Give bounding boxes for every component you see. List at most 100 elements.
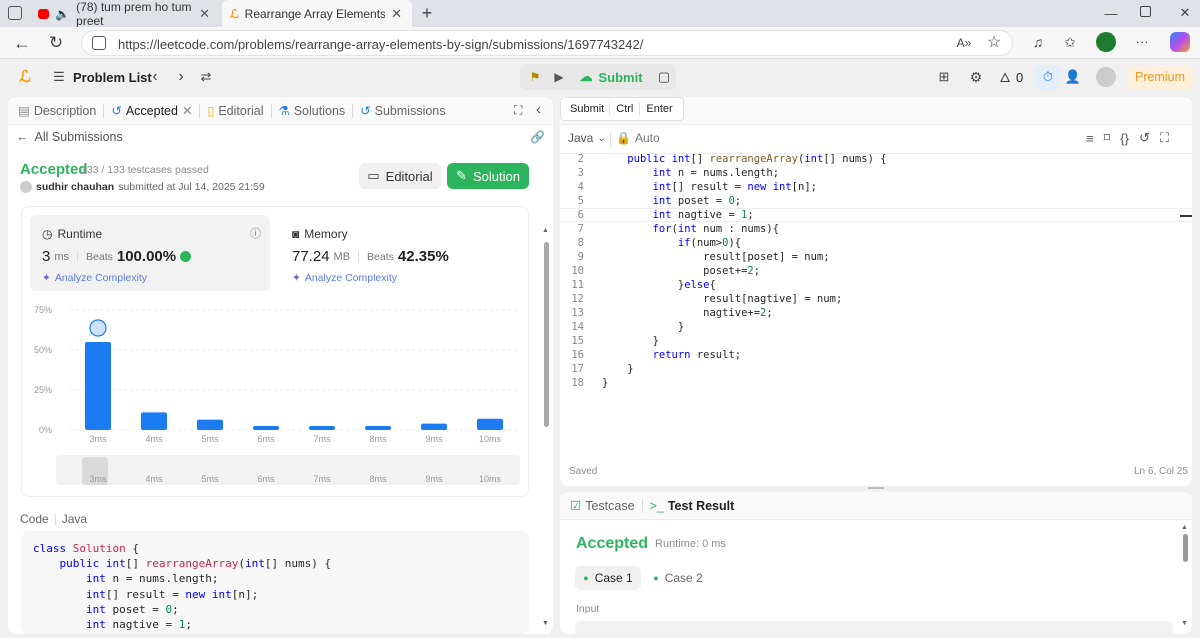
- case-2-tab[interactable]: ● Case 2: [650, 566, 706, 590]
- scroll-down-icon[interactable]: ▼: [542, 620, 549, 627]
- site-info-icon[interactable]: [92, 36, 106, 50]
- left-scrollbar[interactable]: [544, 242, 549, 427]
- submit-button[interactable]: ☁ Submit: [574, 64, 648, 90]
- editor-line[interactable]: 13 nagtive+=2;: [560, 306, 1192, 320]
- read-aloud-icon[interactable]: A»: [956, 35, 972, 51]
- all-submissions-link[interactable]: ← All Submissions: [16, 130, 123, 144]
- tab-description[interactable]: ▤ Description: [8, 103, 103, 119]
- debug-icon[interactable]: ⚑: [526, 68, 544, 86]
- back-icon[interactable]: ←: [12, 33, 32, 53]
- leetcode-nav: ℒ ☰ Problem List ‹ › ⇄ ⚑ ▶ ☁ Submit ▢ ⊞ …: [0, 59, 1200, 96]
- favorites-icon[interactable]: ✩: [1062, 34, 1078, 50]
- url-field[interactable]: https://leetcode.com/problems/rearrange-…: [81, 30, 1013, 56]
- collapse-icon[interactable]: ‹: [536, 101, 541, 118]
- layout-icon[interactable]: ⊞: [936, 69, 952, 85]
- premium-button[interactable]: Premium: [1127, 65, 1193, 89]
- editor-line[interactable]: 5 int poset = 0;: [560, 194, 1192, 208]
- editor-line[interactable]: 4 int[] result = new int[n];: [560, 180, 1192, 194]
- editor-line[interactable]: 10 poset+=2;: [560, 264, 1192, 278]
- more-icon[interactable]: ···: [1134, 32, 1150, 50]
- user-name[interactable]: sudhir chauhan: [36, 181, 114, 193]
- result-scrollbar[interactable]: [1183, 534, 1188, 562]
- editor-line[interactable]: 11 }else{: [560, 278, 1192, 292]
- editor-line[interactable]: 2 public int[] rearrangeArray(int[] nums…: [560, 152, 1192, 166]
- tab-editorial[interactable]: ▯ Editorial: [200, 103, 270, 119]
- editorial-button[interactable]: ▭ Editorial: [359, 163, 441, 189]
- case-1-tab[interactable]: ● Case 1: [575, 566, 641, 590]
- reset-icon[interactable]: ↺: [1139, 130, 1150, 146]
- scroll-down-icon[interactable]: ▼: [1181, 620, 1188, 627]
- editor-line[interactable]: 9 result[poset] = num;: [560, 250, 1192, 264]
- link-icon[interactable]: 🔗: [530, 130, 545, 144]
- line-text: for(int num : nums){: [652, 223, 780, 235]
- editor-line[interactable]: 16 return result;: [560, 348, 1192, 362]
- run-icon[interactable]: ▶: [552, 68, 566, 86]
- editor-line[interactable]: 3 int n = nums.length;: [560, 166, 1192, 180]
- window-close-icon[interactable]: ✕: [1178, 4, 1192, 22]
- editor-line[interactable]: 18}: [560, 376, 1192, 390]
- tab-solutions[interactable]: ⚗ Solutions: [272, 103, 353, 119]
- solution-button[interactable]: ✎ Solution: [447, 163, 529, 189]
- editor-line[interactable]: 12 result[nagtive] = num;: [560, 292, 1192, 306]
- auto-mode[interactable]: 🔒 Auto: [616, 131, 660, 145]
- tab-test-result[interactable]: >_ Test Result: [643, 499, 742, 513]
- timer-icon[interactable]: ⏱: [1036, 65, 1060, 89]
- bookmark-icon[interactable]: ⌑: [1104, 130, 1111, 146]
- shuffle-icon[interactable]: ⇄: [198, 68, 214, 86]
- info-icon[interactable]: ⓘ: [250, 225, 261, 241]
- next-problem-icon[interactable]: ›: [174, 68, 188, 86]
- scroll-up-icon[interactable]: ▲: [542, 227, 549, 234]
- editor-line[interactable]: 14 }: [560, 320, 1192, 334]
- minimize-icon[interactable]: —: [1104, 4, 1118, 22]
- close-icon[interactable]: ✕: [391, 6, 402, 22]
- runtime-distribution-chart: 0% 25% 50% 75% 3ms 4ms 5ms 6ms 7ms 8ms 9ms 10ms 3ms 4…: [34, 305, 520, 485]
- url-text[interactable]: https://leetcode.com/problems/rearrange-…: [118, 37, 643, 52]
- notes-icon[interactable]: ▢: [654, 66, 674, 88]
- close-icon[interactable]: ✕: [182, 103, 192, 118]
- add-user-icon[interactable]: 👤: [1064, 69, 1082, 85]
- tab-accepted[interactable]: ↺ Accepted ✕: [104, 103, 199, 119]
- speaker-icon[interactable]: 🔈: [55, 7, 70, 21]
- tab-submissions[interactable]: ↺ Submissions: [353, 103, 452, 119]
- copilot-icon[interactable]: [1170, 32, 1190, 52]
- analyze-complexity-link[interactable]: ✦ Analyze Complexity: [292, 272, 397, 284]
- user-avatar[interactable]: [1096, 67, 1116, 87]
- testcases-passed: 133 / 133 testcases passed: [81, 164, 209, 176]
- prev-problem-icon[interactable]: ‹: [148, 68, 162, 86]
- avatar[interactable]: [20, 181, 32, 193]
- memory-card[interactable]: ◙ Memory 77.24 MB Beats 42.35% ✦ Analyze…: [280, 215, 520, 291]
- editor-line[interactable]: 17 }: [560, 362, 1192, 376]
- braces-icon[interactable]: {}: [1120, 131, 1129, 146]
- editor-line[interactable]: 15 }: [560, 334, 1192, 348]
- performance-box: ◷ Runtime ⓘ 3 ms Beats 100.00% ✦ Analyze…: [21, 206, 529, 497]
- analyze-complexity-link[interactable]: ✦ Analyze Complexity: [42, 272, 147, 284]
- editor-line[interactable]: 6 int nagtive = 1;: [560, 208, 1192, 222]
- editor-line[interactable]: 7 for(int num : nums){: [560, 222, 1192, 236]
- input-box[interactable]: [575, 621, 1173, 634]
- line-number: 13: [571, 307, 584, 319]
- maximize-icon[interactable]: ⛶: [514, 103, 522, 118]
- tab-testcase[interactable]: ☑ Testcase: [560, 498, 642, 514]
- browser-tab-leetcode[interactable]: ℒ Rearrange Array Elements by Sign ✕: [222, 0, 412, 27]
- favorite-star-icon[interactable]: ☆: [986, 34, 1002, 51]
- problem-list-link[interactable]: Problem List: [73, 70, 152, 85]
- new-tab-icon[interactable]: +: [418, 3, 436, 23]
- restore-icon[interactable]: [1140, 6, 1151, 17]
- fullscreen-icon[interactable]: ⛶: [1160, 130, 1169, 146]
- refresh-icon[interactable]: ↻: [46, 33, 66, 53]
- streak-fire-icon[interactable]: 🜂: [998, 69, 1012, 85]
- tab-actions-icon[interactable]: [8, 6, 22, 20]
- close-icon[interactable]: ✕: [199, 6, 210, 22]
- leetcode-logo-icon[interactable]: ℒ: [16, 68, 34, 86]
- browser-tab-youtube[interactable]: 🔈 (78) tum prem ho tum preet ✕: [30, 0, 220, 28]
- code-editor[interactable]: 2 public int[] rearrangeArray(int[] nums…: [560, 153, 1192, 390]
- settings-gear-icon[interactable]: ⚙: [968, 69, 984, 85]
- extension-icon[interactable]: ♫: [1030, 34, 1046, 50]
- editor-line[interactable]: 8 if(num>0){: [560, 236, 1192, 250]
- language-select[interactable]: Java ⌄: [568, 131, 606, 145]
- profile-avatar[interactable]: [1096, 32, 1116, 52]
- resize-handle[interactable]: [868, 487, 884, 489]
- runtime-card[interactable]: ◷ Runtime ⓘ 3 ms Beats 100.00% ✦ Analyze…: [30, 215, 270, 291]
- scroll-up-icon[interactable]: ▲: [1181, 524, 1188, 531]
- format-icon[interactable]: ≡: [1086, 131, 1094, 146]
